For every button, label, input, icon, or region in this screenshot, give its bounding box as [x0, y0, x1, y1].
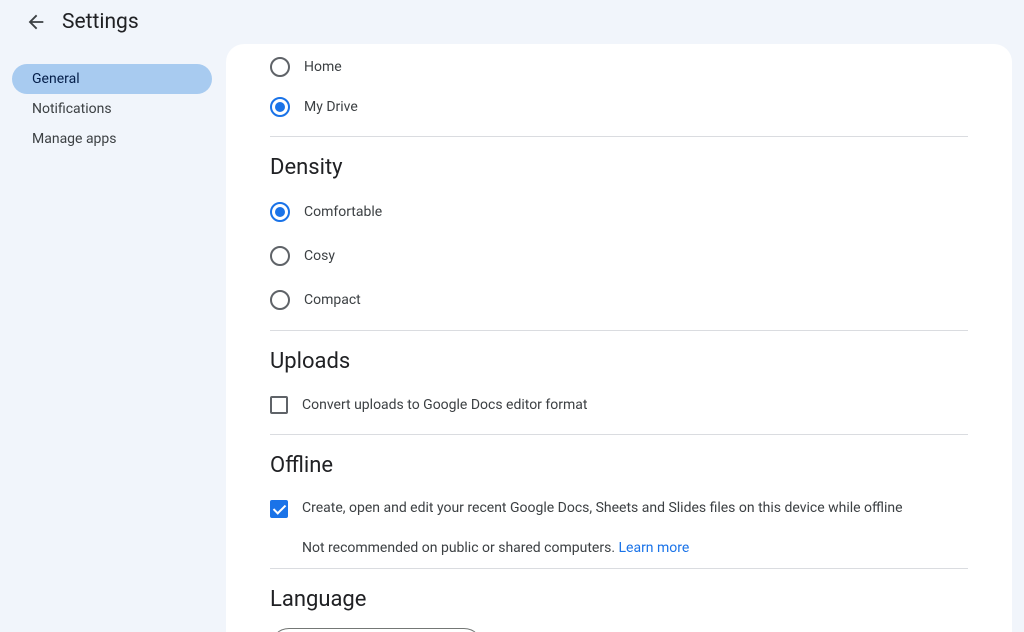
sidebar-item-label: Notifications: [32, 101, 112, 117]
start-page-option-home[interactable]: Home: [270, 44, 968, 86]
back-arrow-icon[interactable]: [16, 2, 56, 42]
offline-subtext: Not recommended on public or shared comp…: [302, 540, 968, 556]
sidebar-item-manage-apps[interactable]: Manage apps: [12, 124, 212, 154]
radio-icon[interactable]: [270, 202, 290, 222]
settings-header: Settings: [0, 0, 1024, 44]
settings-content: Home My Drive Density Comfortable Cosy C…: [226, 44, 1012, 632]
offline-option[interactable]: Create, open and edit your recent Google…: [270, 488, 968, 530]
offline-warning-text: Not recommended on public or shared comp…: [302, 540, 618, 556]
option-label: Home: [304, 59, 342, 75]
radio-icon[interactable]: [270, 57, 290, 77]
section-title-uploads: Uploads: [270, 349, 968, 374]
density-option-cosy[interactable]: Cosy: [270, 234, 968, 278]
sidebar-item-general[interactable]: General: [12, 64, 212, 94]
density-option-comfortable[interactable]: Comfortable: [270, 190, 968, 234]
divider: [270, 136, 968, 137]
sidebar-item-label: General: [32, 71, 80, 87]
page-title: Settings: [62, 10, 139, 34]
change-language-button[interactable]: Change language settings: [270, 628, 483, 632]
option-label: My Drive: [304, 99, 358, 115]
divider: [270, 568, 968, 569]
uploads-convert-option[interactable]: Convert uploads to Google Docs editor fo…: [270, 384, 968, 426]
section-title-density: Density: [270, 155, 968, 180]
option-label: Compact: [304, 292, 361, 308]
start-page-option-my-drive[interactable]: My Drive: [270, 86, 968, 128]
sidebar-item-notifications[interactable]: Notifications: [12, 94, 212, 124]
option-label: Convert uploads to Google Docs editor fo…: [302, 397, 587, 413]
radio-icon[interactable]: [270, 97, 290, 117]
layout: General Notifications Manage apps Home M…: [0, 44, 1024, 632]
radio-icon[interactable]: [270, 246, 290, 266]
option-label: Create, open and edit your recent Google…: [302, 499, 903, 519]
divider: [270, 434, 968, 435]
learn-more-link[interactable]: Learn more: [618, 540, 689, 556]
content-wrap: Home My Drive Density Comfortable Cosy C…: [214, 44, 1024, 632]
sidebar-item-label: Manage apps: [32, 131, 117, 147]
radio-icon[interactable]: [270, 290, 290, 310]
option-label: Comfortable: [304, 204, 382, 220]
checkbox-icon[interactable]: [270, 500, 288, 518]
section-title-language: Language: [270, 587, 968, 612]
section-title-offline: Offline: [270, 453, 968, 478]
checkbox-icon[interactable]: [270, 396, 288, 414]
sidebar: General Notifications Manage apps: [0, 44, 214, 632]
density-option-compact[interactable]: Compact: [270, 278, 968, 322]
option-label: Cosy: [304, 248, 335, 264]
divider: [270, 330, 968, 331]
